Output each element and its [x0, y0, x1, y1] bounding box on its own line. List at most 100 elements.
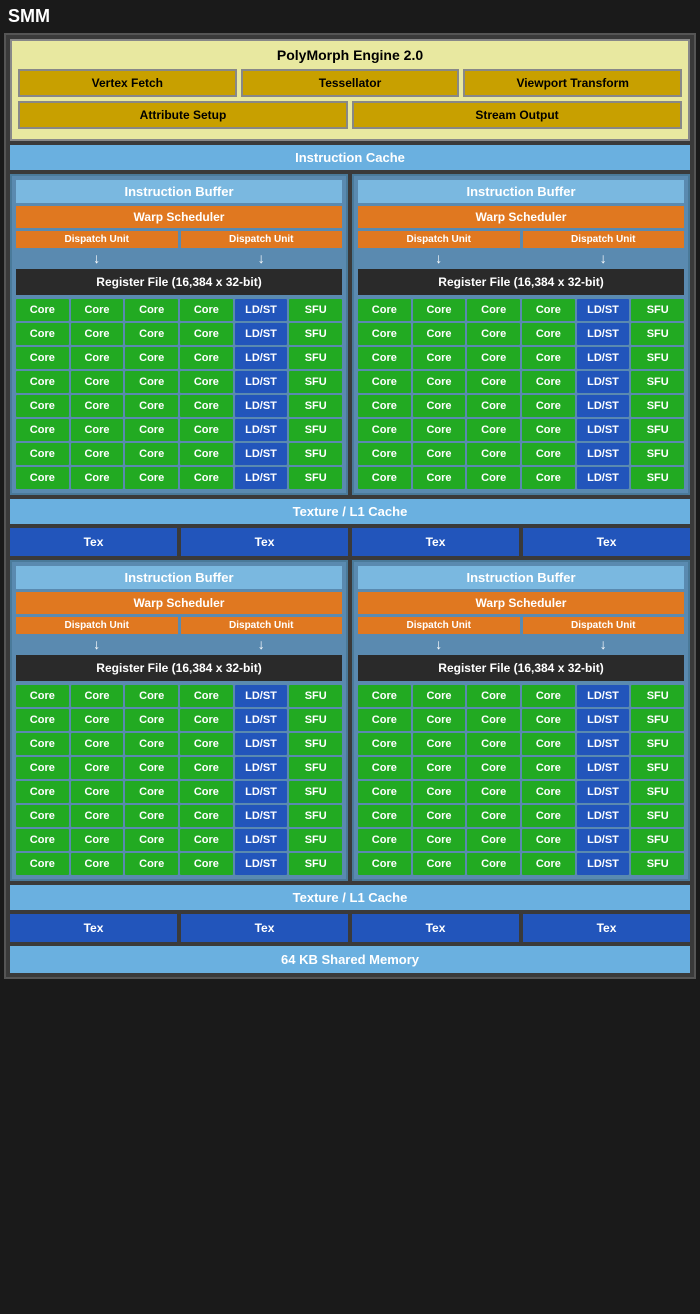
core-cell: Core [467, 299, 520, 321]
table-row: Core Core Core Core LD/ST SFU [16, 371, 342, 393]
core-cell: Core [71, 419, 124, 441]
top-right-warp-scheduler: Warp Scheduler [358, 206, 684, 228]
shared-memory: 64 KB Shared Memory [10, 946, 690, 973]
sfu-cell: SFU [289, 805, 342, 827]
tex-cell-3: Tex [352, 528, 519, 556]
ldst-cell: LD/ST [577, 805, 630, 827]
top-left-arrow-2: ↓ [181, 250, 343, 266]
sfu-cell: SFU [631, 467, 684, 489]
core-cell: Core [467, 805, 520, 827]
viewport-transform-btn[interactable]: Viewport Transform [463, 69, 682, 97]
sfu-cell: SFU [289, 829, 342, 851]
table-row: Core Core Core Core LD/ST SFU [358, 371, 684, 393]
sfu-cell: SFU [289, 467, 342, 489]
top-left-arrow-1: ↓ [16, 250, 178, 266]
sfu-cell: SFU [289, 853, 342, 875]
table-row: Core Core Core Core LD/ST SFU [16, 853, 342, 875]
core-cell: Core [180, 757, 233, 779]
core-cell: Core [71, 853, 124, 875]
top-left-half: Instruction Buffer Warp Scheduler Dispat… [10, 174, 348, 495]
core-cell: Core [522, 709, 575, 731]
table-row: Core Core Core Core LD/ST SFU [358, 395, 684, 417]
sfu-cell: SFU [289, 757, 342, 779]
core-cell: Core [358, 323, 411, 345]
core-cell: Core [125, 829, 178, 851]
ldst-cell: LD/ST [235, 757, 288, 779]
top-right-core-grid: Core Core Core Core LD/ST SFU Core Core … [358, 299, 684, 489]
core-cell: Core [16, 685, 69, 707]
bottom-right-dispatch-unit-2: Dispatch Unit [523, 617, 685, 634]
ldst-cell: LD/ST [577, 347, 630, 369]
core-cell: Core [71, 805, 124, 827]
core-cell: Core [180, 419, 233, 441]
sfu-cell: SFU [631, 805, 684, 827]
bottom-right-instr-buffer: Instruction Buffer [358, 566, 684, 589]
tessellator-btn[interactable]: Tessellator [241, 69, 460, 97]
core-cell: Core [413, 709, 466, 731]
core-cell: Core [16, 853, 69, 875]
sfu-cell: SFU [289, 781, 342, 803]
sfu-cell: SFU [631, 829, 684, 851]
bottom-left-arrow-2: ↓ [181, 636, 343, 652]
core-cell: Core [125, 419, 178, 441]
bottom-right-dispatch-row: Dispatch Unit Dispatch Unit [358, 617, 684, 634]
tex-cell-b1: Tex [10, 914, 177, 942]
core-cell: Core [467, 323, 520, 345]
top-left-arrow-row: ↓ ↓ [16, 250, 342, 266]
core-cell: Core [413, 419, 466, 441]
tex-cell-b2: Tex [181, 914, 348, 942]
top-left-core-grid: Core Core Core Core LD/ST SFU Core Core … [16, 299, 342, 489]
table-row: Core Core Core Core LD/ST SFU [16, 443, 342, 465]
ldst-cell: LD/ST [235, 733, 288, 755]
core-cell: Core [180, 709, 233, 731]
core-cell: Core [180, 347, 233, 369]
tex-row-bottom: Tex Tex Tex Tex [10, 914, 690, 942]
core-cell: Core [358, 395, 411, 417]
ldst-cell: LD/ST [235, 853, 288, 875]
bottom-right-register-file: Register File (16,384 x 32-bit) [358, 655, 684, 681]
top-two-col: Instruction Buffer Warp Scheduler Dispat… [10, 174, 690, 495]
table-row: Core Core Core Core LD/ST SFU [16, 757, 342, 779]
bottom-left-half: Instruction Buffer Warp Scheduler Dispat… [10, 560, 348, 881]
table-row: Core Core Core Core LD/ST SFU [358, 757, 684, 779]
core-cell: Core [358, 709, 411, 731]
table-row: Core Core Core Core LD/ST SFU [16, 829, 342, 851]
vertex-fetch-btn[interactable]: Vertex Fetch [18, 69, 237, 97]
core-cell: Core [125, 299, 178, 321]
core-cell: Core [358, 685, 411, 707]
tex-cell-b4: Tex [523, 914, 690, 942]
core-cell: Core [16, 781, 69, 803]
core-cell: Core [71, 347, 124, 369]
sfu-cell: SFU [631, 757, 684, 779]
core-cell: Core [467, 395, 520, 417]
tex-cell-1: Tex [10, 528, 177, 556]
sfu-cell: SFU [289, 419, 342, 441]
ldst-cell: LD/ST [577, 323, 630, 345]
core-cell: Core [180, 781, 233, 803]
attribute-setup-btn[interactable]: Attribute Setup [18, 101, 348, 129]
core-cell: Core [125, 781, 178, 803]
bottom-right-half: Instruction Buffer Warp Scheduler Dispat… [352, 560, 690, 881]
core-cell: Core [16, 757, 69, 779]
ldst-cell: LD/ST [235, 467, 288, 489]
sfu-cell: SFU [289, 709, 342, 731]
ldst-cell: LD/ST [577, 467, 630, 489]
core-cell: Core [71, 781, 124, 803]
top-right-arrow-1: ↓ [358, 250, 520, 266]
core-cell: Core [16, 323, 69, 345]
core-cell: Core [413, 757, 466, 779]
tex-cell-b3: Tex [352, 914, 519, 942]
top-right-dispatch-row: Dispatch Unit Dispatch Unit [358, 231, 684, 248]
table-row: Core Core Core Core LD/ST SFU [358, 347, 684, 369]
core-cell: Core [522, 419, 575, 441]
core-cell: Core [467, 347, 520, 369]
core-cell: Core [467, 443, 520, 465]
top-right-arrow-row: ↓ ↓ [358, 250, 684, 266]
sfu-cell: SFU [631, 395, 684, 417]
stream-output-btn[interactable]: Stream Output [352, 101, 682, 129]
bottom-left-warp-scheduler: Warp Scheduler [16, 592, 342, 614]
texture-l1-bottom: Texture / L1 Cache [10, 885, 690, 910]
top-left-dispatch-unit-2: Dispatch Unit [181, 231, 343, 248]
sfu-cell: SFU [631, 733, 684, 755]
ldst-cell: LD/ST [235, 443, 288, 465]
